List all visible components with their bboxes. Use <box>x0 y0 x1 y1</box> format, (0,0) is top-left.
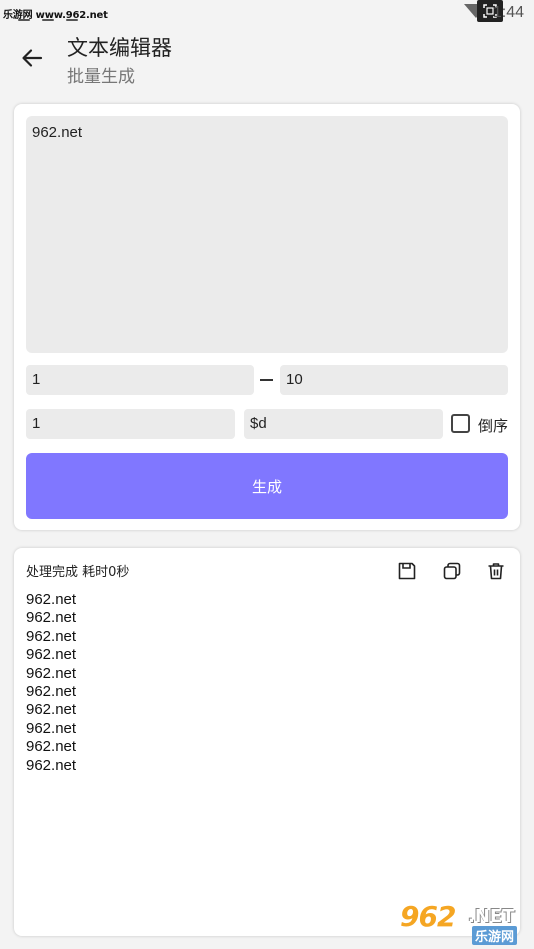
watermark-net: .NET <box>468 906 515 927</box>
generate-label: 生成 <box>251 477 282 496</box>
status-time: 1:44 <box>492 4 524 21</box>
result-card: 处理完成 耗时0秒 962.net 962.net 962.net 962.ne… <box>14 548 520 936</box>
trash-icon <box>488 563 504 580</box>
output-line: 962.net <box>26 683 77 701</box>
status-bar: 乐游网 www.962.net 1:44 <box>0 0 534 26</box>
generator-card: 962.net 1 10 1 $d 倒序 生成 <box>14 104 520 530</box>
range-start-input[interactable]: 1 <box>26 365 254 395</box>
app-header: 文本编辑器 批量生成 <box>0 28 534 90</box>
output-line: 962.net <box>26 738 77 756</box>
watermark-logo: 962 .NET 乐游网 <box>396 900 530 945</box>
delete-button[interactable] <box>483 558 509 584</box>
screen: 乐游网 www.962.net 1:44 文本编辑器 批量生成 962.net … <box>0 0 534 949</box>
status-dash <box>66 19 78 21</box>
page-subtitle: 批量生成 <box>67 67 135 87</box>
output-line: 962.net <box>26 609 77 627</box>
reverse-label: 倒序 <box>478 417 509 435</box>
status-dash <box>42 19 54 21</box>
watermark-big: 962 <box>400 900 456 933</box>
output-list: 962.net 962.net 962.net 962.net 962.net … <box>26 591 76 775</box>
step-input[interactable]: 1 <box>26 409 235 439</box>
save-button[interactable] <box>394 558 420 584</box>
output-line: 962.net <box>26 627 77 645</box>
watermark-cn: 乐游网 <box>472 926 518 945</box>
output-line: 962.net <box>26 591 77 608</box>
back-button[interactable] <box>14 40 50 76</box>
output-line: 962.net <box>26 756 77 774</box>
output-line: 962.net <box>26 646 77 664</box>
reverse-checkbox[interactable] <box>451 414 470 433</box>
format-input[interactable]: $d <box>244 409 443 439</box>
copy-icon <box>443 562 461 580</box>
page-title: 文本编辑器 <box>67 36 172 60</box>
output-line: 962.net <box>26 664 77 682</box>
status-dash <box>18 19 30 21</box>
template-textarea[interactable]: 962.net <box>26 116 508 353</box>
copy-button[interactable] <box>439 558 465 584</box>
output-line: 962.net <box>26 719 77 737</box>
save-icon <box>398 562 416 580</box>
range-end-input[interactable]: 10 <box>280 365 508 395</box>
generate-button[interactable]: 生成 <box>26 453 508 519</box>
output-line: 962.net <box>26 701 77 719</box>
arrow-left-icon <box>22 49 43 67</box>
range-separator <box>260 379 273 381</box>
result-status: 处理完成 耗时0秒 <box>26 565 130 580</box>
